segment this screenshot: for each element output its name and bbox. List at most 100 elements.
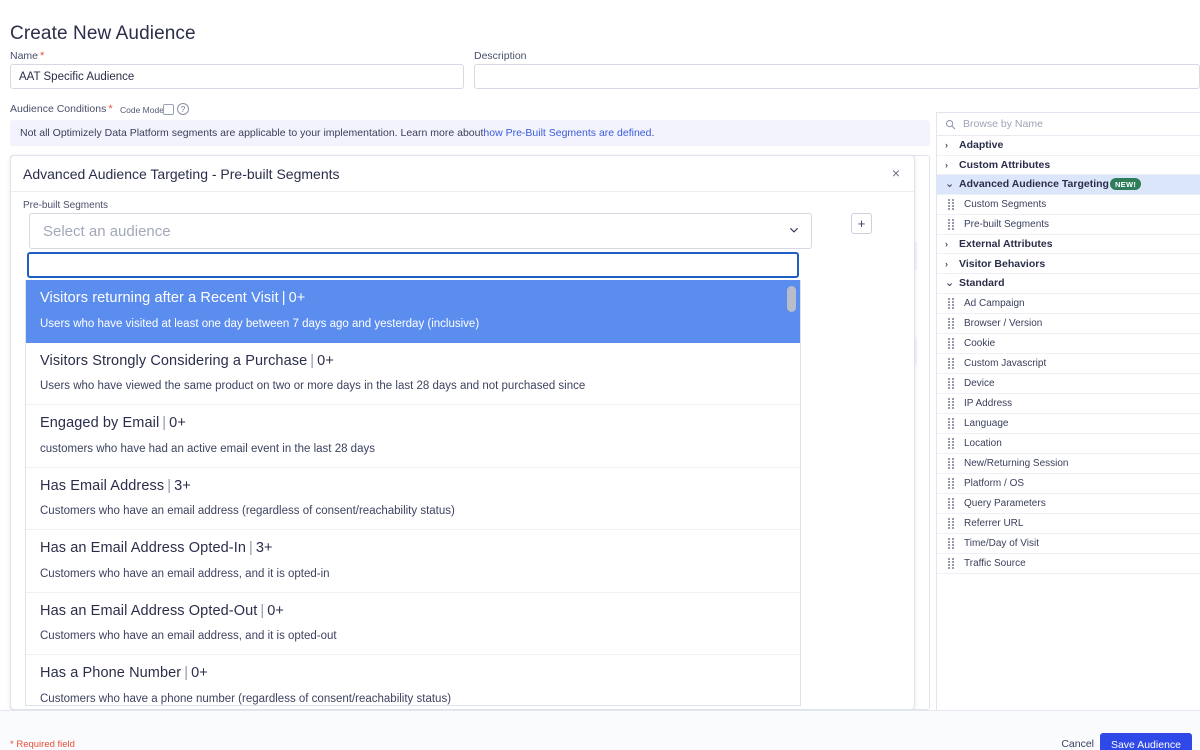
attribute-browser-panel: Browse by Name ›Adaptive›Custom Attribut… [936, 112, 1200, 710]
attribute-item-device[interactable]: Device [937, 374, 1200, 394]
name-input[interactable] [10, 64, 464, 89]
audience-option[interactable]: Has Email Address|3+Customers who have a… [26, 468, 800, 531]
drag-handle-icon[interactable] [948, 338, 955, 348]
audience-option-count: 0+ [317, 353, 334, 369]
attribute-item-custom-javascript[interactable]: Custom Javascript [937, 354, 1200, 374]
dropdown-scrollbar-track[interactable] [788, 282, 798, 704]
drag-handle-icon[interactable] [948, 538, 955, 548]
drag-handle-icon[interactable] [948, 558, 955, 568]
attribute-item-label: Pre-built Segments [964, 219, 1049, 230]
info-banner: Not all Optimizely Data Platform segment… [10, 120, 930, 146]
attribute-group-visitor-behaviors[interactable]: ›Visitor Behaviors [937, 254, 1200, 274]
attribute-item-traffic-source[interactable]: Traffic Source [937, 554, 1200, 574]
attribute-item-ip-address[interactable]: IP Address [937, 394, 1200, 414]
drag-handle-icon[interactable] [948, 199, 955, 209]
attribute-item-platform-os[interactable]: Platform / OS [937, 474, 1200, 494]
audience-option-name: Visitors returning after a Recent Visit [40, 290, 279, 306]
attribute-item-time-day-of-visit[interactable]: Time/Day of Visit [937, 534, 1200, 554]
audience-search-input[interactable] [27, 252, 799, 278]
audience-option-separator: | [282, 290, 286, 306]
audience-option-title: Has an Email Address Opted-In|3+ [40, 539, 786, 559]
chevron-down-icon [789, 225, 799, 235]
audience-option-separator: | [310, 353, 314, 369]
audience-option[interactable]: Has a Phone Number|0+Customers who have … [26, 655, 800, 706]
drag-handle-icon[interactable] [948, 498, 955, 508]
audience-option[interactable]: Visitors Strongly Considering a Purchase… [26, 343, 800, 406]
name-label-text: Name [10, 50, 38, 62]
attribute-item-browser-version[interactable]: Browser / Version [937, 314, 1200, 334]
attribute-item-custom-segments[interactable]: Custom Segments [937, 195, 1200, 215]
chevron-right-icon: › [945, 259, 953, 269]
code-mode-checkbox[interactable] [163, 104, 174, 115]
prebuilt-segments-link[interactable]: how Pre-Built Segments are defined [483, 127, 651, 139]
attribute-item-label: Device [964, 378, 995, 389]
drag-handle-icon[interactable] [948, 458, 955, 468]
attribute-group-label: Advanced Audience Targeting [959, 178, 1109, 190]
description-input[interactable] [474, 64, 1200, 89]
add-condition-button[interactable]: + [851, 213, 872, 234]
attribute-group-standard[interactable]: ⌄Standard [937, 274, 1200, 294]
name-label: Name* [10, 50, 44, 62]
audience-option-title: Engaged by Email|0+ [40, 414, 786, 434]
drag-handle-icon[interactable] [948, 378, 955, 388]
audience-select[interactable]: Select an audience [29, 213, 812, 249]
attribute-item-new-returning-session[interactable]: New/Returning Session [937, 454, 1200, 474]
attribute-item-label: Time/Day of Visit [964, 538, 1039, 549]
audience-option-title: Has an Email Address Opted-Out|0+ [40, 602, 786, 622]
attribute-item-pre-built-segments[interactable]: Pre-built Segments [937, 215, 1200, 235]
page-title: Create New Audience [10, 23, 196, 45]
browse-search-row[interactable]: Browse by Name [937, 113, 1200, 136]
attribute-group-adaptive[interactable]: ›Adaptive [937, 136, 1200, 156]
audience-option-count: 0+ [169, 415, 186, 431]
dropdown-scrollbar-thumb[interactable] [787, 286, 796, 312]
attribute-item-location[interactable]: Location [937, 434, 1200, 454]
audience-option-separator: | [260, 603, 264, 619]
drag-handle-icon[interactable] [948, 358, 955, 368]
attribute-item-label: Language [964, 418, 1009, 429]
attribute-group-external-attributes[interactable]: ›External Attributes [937, 235, 1200, 255]
audience-option-description: Customers who have an email address, and… [40, 629, 786, 644]
audience-option-count: 0+ [289, 290, 306, 306]
drag-handle-icon[interactable] [948, 438, 955, 448]
attribute-item-query-parameters[interactable]: Query Parameters [937, 494, 1200, 514]
drag-handle-icon[interactable] [948, 478, 955, 488]
attribute-item-label: New/Returning Session [964, 458, 1069, 469]
audience-option-separator: | [167, 478, 171, 494]
attribute-item-label: Custom Javascript [964, 358, 1046, 369]
audience-option-name: Has an Email Address Opted-In [40, 540, 246, 556]
prebuilt-segments-label: Pre-built Segments [23, 200, 108, 211]
audience-options-list[interactable]: Visitors returning after a Recent Visit|… [25, 280, 801, 706]
attribute-item-language[interactable]: Language [937, 414, 1200, 434]
chevron-down-icon: ⌄ [945, 281, 953, 285]
attribute-item-cookie[interactable]: Cookie [937, 334, 1200, 354]
description-label: Description [474, 50, 527, 62]
attribute-group-custom-attributes[interactable]: ›Custom Attributes [937, 156, 1200, 176]
prebuilt-segments-modal: Advanced Audience Targeting - Pre-built … [10, 155, 915, 710]
chevron-down-icon: ⌄ [945, 182, 953, 186]
audience-option-name: Has an Email Address Opted-Out [40, 603, 257, 619]
drag-handle-icon[interactable] [948, 418, 955, 428]
drag-handle-icon[interactable] [948, 398, 955, 408]
close-icon[interactable]: × [888, 166, 904, 182]
audience-conditions-label-text: Audience Conditions [10, 103, 106, 115]
drag-handle-icon[interactable] [948, 518, 955, 528]
chevron-right-icon: › [945, 140, 953, 150]
audience-option[interactable]: Engaged by Email|0+customers who have ha… [26, 405, 800, 468]
audience-option[interactable]: Visitors returning after a Recent Visit|… [26, 280, 800, 343]
attribute-item-referrer-url[interactable]: Referrer URL [937, 514, 1200, 534]
audience-option-count: 0+ [191, 665, 208, 681]
audience-option[interactable]: Has an Email Address Opted-In|3+Customer… [26, 530, 800, 593]
drag-handle-icon[interactable] [948, 219, 955, 229]
save-audience-button[interactable]: Save Audience [1100, 733, 1192, 750]
attribute-group-advanced-audience-targeting[interactable]: ⌄Advanced Audience TargetingNEW! [937, 175, 1200, 195]
drag-handle-icon[interactable] [948, 318, 955, 328]
required-field-note: * Required field [10, 739, 75, 750]
cancel-button[interactable]: Cancel [1055, 737, 1100, 750]
audience-option[interactable]: Has an Email Address Opted-Out|0+ Custome… [26, 593, 800, 656]
help-icon[interactable]: ? [177, 103, 189, 115]
attribute-item-ad-campaign[interactable]: Ad Campaign [937, 294, 1200, 314]
drag-handle-icon[interactable] [948, 298, 955, 308]
modal-title: Advanced Audience Targeting - Pre-built … [23, 166, 340, 182]
audience-option-title: Visitors returning after a Recent Visit|… [40, 289, 786, 309]
audience-option-title: Visitors Strongly Considering a Purchase… [40, 352, 786, 372]
